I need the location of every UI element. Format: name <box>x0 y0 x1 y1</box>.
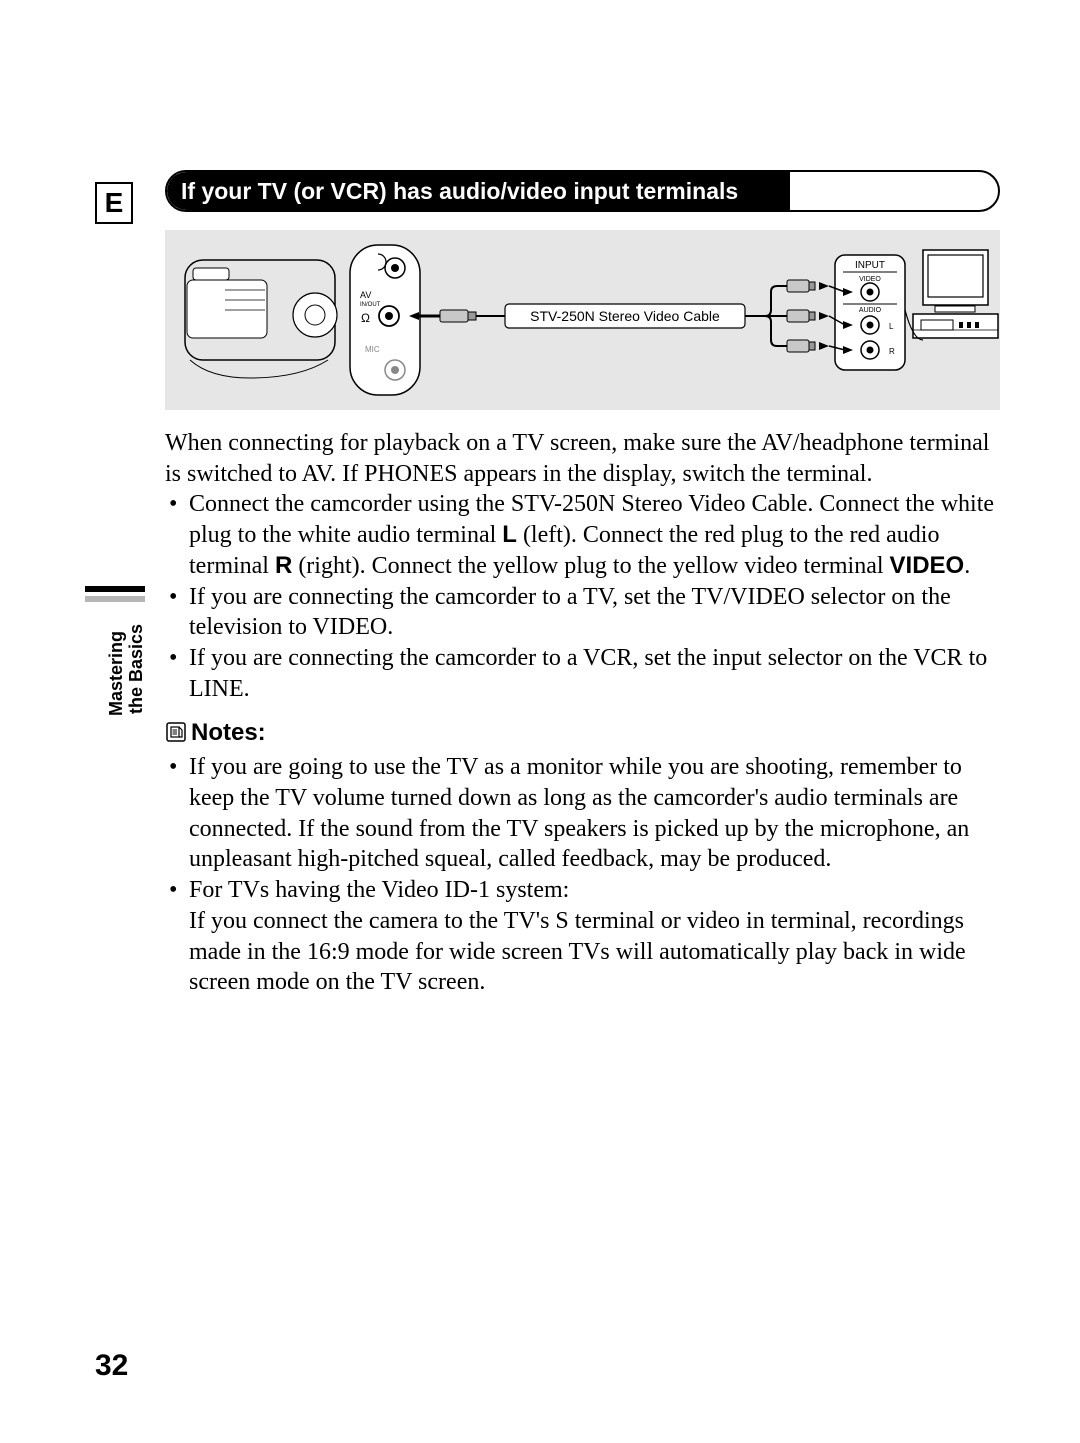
bullet-tv-selector: If you are connecting the camcorder to a… <box>165 582 1000 643</box>
bullet-vcr-selector: If you are connecting the camcorder to a… <box>165 643 1000 704</box>
side-bar-black <box>85 586 145 592</box>
bullet-3-text: If you are connecting the camcorder to a… <box>189 645 987 702</box>
connection-diagram: AV IN/OUT Ω MIC STV-250N Stereo Video Ca… <box>165 230 1000 410</box>
port-mic-label: MIC <box>365 345 380 354</box>
camcorder-port-panel: AV IN/OUT Ω MIC <box>350 245 476 395</box>
port-inout-label: IN/OUT <box>360 302 381 308</box>
vcr-icon <box>913 314 998 338</box>
side-bars <box>85 586 145 602</box>
tv-input-panel: INPUT VIDEO AUDIO L R <box>829 255 905 370</box>
note-2-text: For TVs having the Video ID-1 system: If… <box>189 877 966 995</box>
port-av-label: AV <box>360 290 371 300</box>
notes-heading: Notes: <box>165 718 1000 752</box>
note-tv-monitor-feedback: If you are going to use the TV as a moni… <box>165 752 1000 875</box>
notes-list: If you are going to use the TV as a moni… <box>165 752 1000 998</box>
tv-r-label: R <box>889 347 895 356</box>
rca-plug-video <box>787 280 829 292</box>
note-1-text: If you are going to use the TV as a moni… <box>189 754 969 872</box>
page: E If your TV (or VCR) has audio/video in… <box>0 0 1080 1443</box>
bullet-1-b1: L <box>502 521 517 548</box>
port-headphone-symbol: Ω <box>361 311 370 325</box>
notes-heading-text: Notes: <box>191 719 266 746</box>
bullet-1-b3: VIDEO <box>890 552 965 579</box>
bullet-connect-cable: Connect the camcorder using the STV-250N… <box>165 489 1000 581</box>
body-text: When connecting for playback on a TV scr… <box>165 428 1000 998</box>
notes-icon <box>165 721 187 752</box>
rca-plug-audio-r <box>787 340 829 352</box>
side-tab: Mastering the Basics <box>85 586 145 606</box>
tv-audio-label: AUDIO <box>859 307 882 314</box>
rca-plug-audio-l <box>787 310 829 322</box>
bullet-1-post: . <box>964 553 970 579</box>
tv-icon <box>923 250 988 312</box>
tv-input-title: INPUT <box>855 260 885 271</box>
language-marker: E <box>95 182 133 224</box>
side-tab-label-1: Mastering <box>107 631 125 716</box>
note-video-id1: For TVs having the Video ID-1 system: If… <box>165 875 1000 998</box>
bullet-2-text: If you are connecting the camcorder to a… <box>189 584 951 641</box>
main-bullet-list: Connect the camcorder using the STV-250N… <box>165 489 1000 704</box>
cable-label: STV-250N Stereo Video Cable <box>530 308 720 324</box>
bullet-1-mid2: (right). Connect the yellow plug to the … <box>292 553 889 579</box>
side-bar-gray <box>85 596 145 602</box>
intro-paragraph: When connecting for playback on a TV scr… <box>165 428 1000 489</box>
camcorder-icon <box>185 260 337 378</box>
section-header-text: If your TV (or VCR) has audio/video inpu… <box>167 172 998 210</box>
bullet-1-b2: R <box>275 552 292 579</box>
tv-video-label: VIDEO <box>859 276 881 283</box>
page-number: 32 <box>95 1349 128 1383</box>
tv-l-label: L <box>889 322 894 331</box>
section-header: If your TV (or VCR) has audio/video inpu… <box>165 170 1000 212</box>
side-tab-label-2: the Basics <box>127 624 145 714</box>
